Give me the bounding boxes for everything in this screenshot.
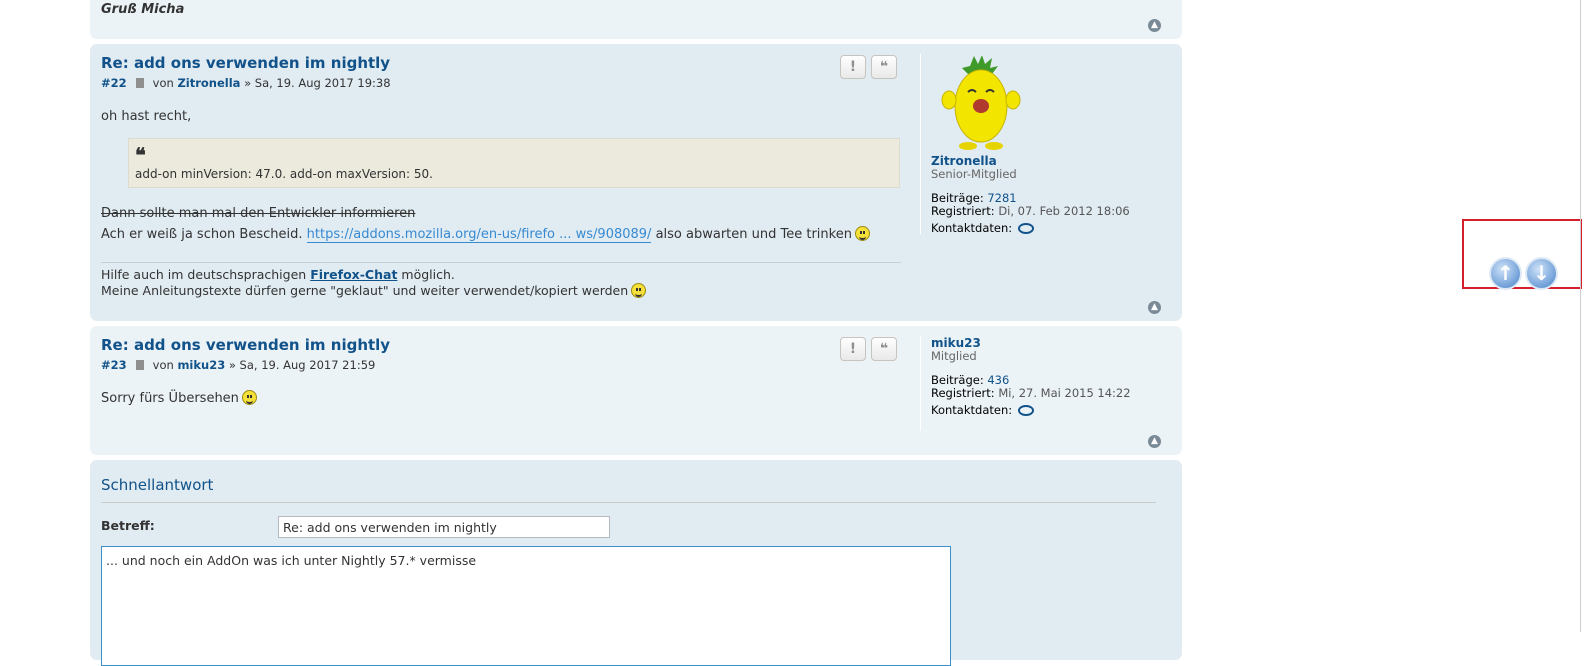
report-button[interactable]: ! [840, 55, 866, 79]
posts-count[interactable]: 436 [987, 373, 1009, 387]
post-author[interactable]: miku23 [177, 358, 225, 372]
arrow-down-icon[interactable]: ↓ [1525, 257, 1558, 290]
text-after-link: also abwarten und Tee trinken [655, 227, 852, 242]
posts-label: Beiträge: [931, 373, 984, 387]
report-button[interactable]: ! [840, 337, 866, 361]
addons-link[interactable]: https://addons.mozilla.org/en-us/firefo … [306, 227, 652, 243]
profile-divider [920, 54, 921, 234]
post-body-line: oh hast recht, [101, 109, 192, 124]
post-22: Re: add ons verwenden im nightly #22 von … [90, 44, 1182, 321]
quote-icon: ❝ [135, 143, 146, 167]
subject-input[interactable] [278, 516, 610, 538]
signature-text-2: Meine Anleitungstexte dürfen gerne "gekl… [101, 283, 629, 298]
quick-reply-title: Schnellantwort [101, 476, 214, 494]
post-meta: #22 von Zitronella » Sa, 19. Aug 2017 19:… [101, 76, 391, 90]
quote-block: ❝ add-on minVersion: 47.0. add-on maxVer… [128, 138, 900, 188]
post-author[interactable]: Zitronella [177, 76, 240, 90]
quote-button[interactable]: ❝ [871, 337, 897, 361]
registered-label: Registriert: [931, 204, 995, 218]
post-body-line: Sorry fürs Übersehen [101, 390, 257, 406]
smiley-icon [241, 390, 257, 405]
scroll-buttons-highlight: ↑ ↓ [1462, 219, 1582, 290]
by-label: von [152, 76, 174, 90]
quote-text: add-on minVersion: 47.0. add-on maxVersi… [135, 167, 433, 181]
quote-button[interactable]: ❝ [871, 55, 897, 79]
registered-date: Di, 07. Feb 2012 18:06 [998, 204, 1130, 218]
profile-name[interactable]: Zitronella [931, 154, 997, 168]
wink-smiley-icon [631, 283, 647, 298]
registered-date: Mi, 27. Mai 2015 14:22 [998, 386, 1131, 400]
profile-rank: Mitglied [931, 349, 977, 363]
post-meta: #23 von miku23 » Sa, 19. Aug 2017 21:59 [101, 358, 375, 372]
profile-contact: Kontaktdaten: [931, 221, 1035, 235]
profile-registered: Registriert: Mi, 27. Mai 2015 14:22 [931, 386, 1131, 400]
document-icon[interactable] [135, 360, 144, 370]
back-to-top-icon[interactable]: ▲ [1148, 19, 1161, 32]
profile-name[interactable]: miku23 [931, 336, 981, 350]
profile-posts: Beiträge: 436 [931, 373, 1009, 387]
posts-label: Beiträge: [931, 191, 984, 205]
profile-registered: Registriert: Di, 07. Feb 2012 18:06 [931, 204, 1130, 218]
post-date: » Sa, 19. Aug 2017 19:38 [244, 76, 391, 90]
quick-reply-divider [101, 502, 1156, 503]
profile-rank: Senior-Mitglied [931, 167, 1017, 181]
post-date: » Sa, 19. Aug 2017 21:59 [228, 358, 376, 372]
document-icon[interactable] [135, 78, 144, 88]
page-edge-divider [1580, 0, 1581, 632]
post-number[interactable]: #23 [101, 358, 127, 372]
firefox-chat-link[interactable]: Firefox-Chat [310, 267, 397, 282]
signature-text-pre: Hilfe auch im deutschsprachigen [101, 267, 307, 282]
post-body-link-line: Ach er weiß ja schon Bescheid. https://a… [101, 226, 870, 243]
post-23: Re: add ons verwenden im nightly #23 von … [90, 326, 1182, 455]
post-title[interactable]: Re: add ons verwenden im nightly [101, 336, 390, 354]
profile-divider [920, 336, 921, 431]
previous-post: Gruß Micha ▲ [90, 0, 1182, 39]
quick-reply-panel: Schnellantwort Betreff: ... und noch ein… [90, 460, 1182, 666]
strikethrough-text: Dann sollte man mal den Entwickler infor… [101, 206, 416, 221]
back-to-top-icon[interactable]: ▲ [1148, 435, 1161, 448]
post-body-text: Sorry fürs Übersehen [101, 391, 239, 406]
contact-label: Kontaktdaten: [931, 403, 1013, 417]
post-number[interactable]: #22 [101, 76, 127, 90]
signature-divider [101, 262, 901, 263]
smiley-icon [854, 226, 870, 241]
signature-line-2: Meine Anleitungstexte dürfen gerne "gekl… [101, 283, 647, 298]
back-to-top-icon[interactable]: ▲ [1148, 301, 1161, 314]
speech-bubble-icon[interactable] [1018, 405, 1035, 416]
by-label: von [152, 358, 174, 372]
signature-text-post: möglich. [401, 267, 455, 282]
posts-count[interactable]: 7281 [987, 191, 1016, 205]
post-title[interactable]: Re: add ons verwenden im nightly [101, 54, 390, 72]
speech-bubble-icon[interactable] [1018, 223, 1035, 234]
text-before-link: Ach er weiß ja schon Bescheid. [101, 227, 303, 242]
registered-label: Registriert: [931, 386, 995, 400]
subject-label: Betreff: [101, 518, 155, 533]
contact-label: Kontaktdaten: [931, 221, 1013, 235]
arrow-up-icon[interactable]: ↑ [1489, 257, 1522, 290]
message-textarea[interactable]: ... und noch ein AddOn was ich unter Nig… [101, 546, 951, 666]
avatar[interactable] [940, 56, 1022, 150]
signature-text: Gruß Micha [101, 2, 185, 17]
signature-line-1: Hilfe auch im deutschsprachigen Firefox-… [101, 267, 455, 282]
profile-posts: Beiträge: 7281 [931, 191, 1017, 205]
profile-contact: Kontaktdaten: [931, 403, 1035, 417]
